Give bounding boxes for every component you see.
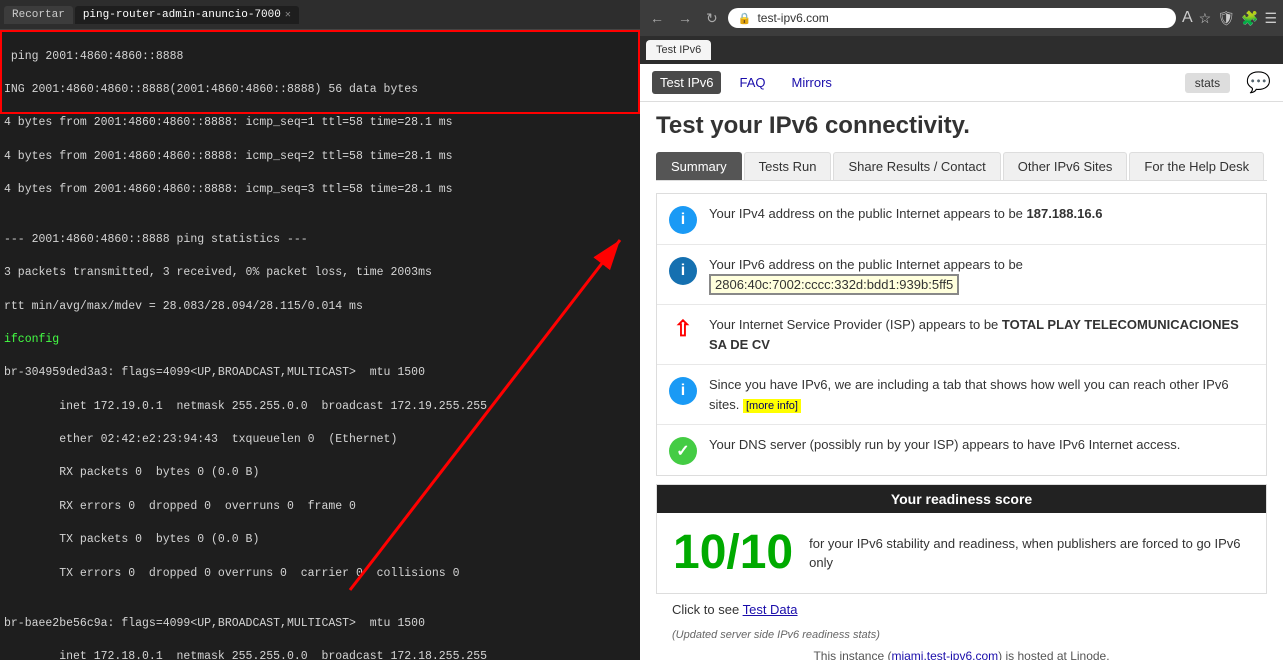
site-body: Test your IPv6 connectivity. Summary Tes… <box>640 102 1283 660</box>
ipv6-sites-row: i Since you have IPv6, we are including … <box>657 365 1266 425</box>
chat-button[interactable]: 💬 <box>1246 70 1271 95</box>
stats-button[interactable]: stats <box>1185 73 1230 93</box>
reload-button[interactable]: ↻ <box>702 8 722 29</box>
forward-button[interactable]: → <box>674 8 696 28</box>
dns-check-icon: ✓ <box>669 437 697 465</box>
score-header: Your readiness score <box>657 485 1266 513</box>
tab-close-icon[interactable]: ✕ <box>285 9 291 21</box>
score-value: 10/10 <box>673 529 793 577</box>
url-text: test-ipv6.com <box>757 11 828 25</box>
term-line: RX errors 0 dropped 0 overruns 0 frame 0 <box>4 499 636 516</box>
miami-link[interactable]: miami.test-ipv6.com <box>891 649 998 660</box>
terminal-output: ping 2001:4860:4860::8888 ING 2001:4860:… <box>0 30 640 660</box>
page-title: Test your IPv6 connectivity. <box>656 112 1267 140</box>
ipv4-icon: i <box>669 206 697 234</box>
test-data-label: Click to see <box>672 602 739 617</box>
isp-arrow-icon: ⇧ <box>669 315 697 343</box>
term-line: 3 packets transmitted, 3 received, 0% pa… <box>4 265 636 282</box>
ipv6-icon: i <box>669 257 697 285</box>
browser-tab-active[interactable]: Test IPv6 <box>646 40 711 60</box>
tab-other-ipv6[interactable]: Other IPv6 Sites <box>1003 152 1128 180</box>
term-line: inet 172.19.0.1 netmask 255.255.0.0 broa… <box>4 399 636 416</box>
menu-icon[interactable]: ☰ <box>1264 10 1277 27</box>
ipv6-row: i Your IPv6 address on the public Intern… <box>657 245 1266 305</box>
term-line: RX packets 0 bytes 0 (0.0 B) <box>4 465 636 482</box>
nav-mirrors[interactable]: Mirrors <box>783 71 839 94</box>
tab-label: Recortar <box>12 9 65 21</box>
browser-chrome: ← → ↻ 🔒 test-ipv6.com A ☆ 🛡 🧩 ☰ <box>640 0 1283 36</box>
term-line: rtt min/avg/max/mdev = 28.083/28.094/28.… <box>4 299 636 316</box>
dns-text: Your DNS server (possibly run by your IS… <box>709 435 1254 455</box>
browser-panel: ← → ↻ 🔒 test-ipv6.com A ☆ 🛡 🧩 ☰ Test IPv… <box>640 0 1283 660</box>
updated-stats-text: (Updated server side IPv6 readiness stat… <box>656 625 1267 645</box>
isp-text: Your Internet Service Provider (ISP) app… <box>709 315 1254 354</box>
term-line: 4 bytes from 2001:4860:4860::8888: icmp_… <box>4 115 636 132</box>
term-line: 4 bytes from 2001:4860:4860::8888: icmp_… <box>4 149 636 166</box>
hosted-at-text: This instance (miami.test-ipv6.com) is h… <box>656 645 1267 660</box>
lock-icon: 🔒 <box>738 12 752 25</box>
tab-help-desk[interactable]: For the Help Desk <box>1129 152 1264 180</box>
content-tabs: Summary Tests Run Share Results / Contac… <box>656 152 1267 181</box>
translate-icon[interactable]: A <box>1182 9 1193 27</box>
extensions-icon[interactable]: 🧩 <box>1241 10 1258 27</box>
ipv6-address: 2806:40c:7002:cccc:332d:bdd1:939b:5ff5 <box>709 274 959 295</box>
browser-icons: A ☆ 🛡 🧩 ☰ <box>1182 9 1277 27</box>
ipv6-sites-text: Since you have IPv6, we are including a … <box>709 375 1254 414</box>
ipv6-text: Your IPv6 address on the public Internet… <box>709 255 1254 294</box>
test-data-section: Click to see Test Data <box>656 594 1267 625</box>
term-line: --- 2001:4860:4860::8888 ping statistics… <box>4 232 636 249</box>
shield-icon[interactable]: 🛡 <box>1217 10 1235 27</box>
back-button[interactable]: ← <box>646 8 668 28</box>
score-description: for your IPv6 stability and readiness, w… <box>809 534 1250 573</box>
ipv4-row: i Your IPv4 address on the public Intern… <box>657 194 1266 245</box>
term-line: ifconfig <box>4 332 636 349</box>
site-navigation: Test IPv6 FAQ Mirrors stats 💬 <box>640 64 1283 102</box>
terminal-tab-recortar[interactable]: Recortar <box>4 6 73 24</box>
isp-row: ⇧ Your Internet Service Provider (ISP) a… <box>657 305 1266 365</box>
terminal-tab-ping[interactable]: ping-router-admin-anuncio-7000 ✕ <box>75 6 299 24</box>
more-info-link[interactable]: [more info] <box>743 399 801 413</box>
nav-faq[interactable]: FAQ <box>731 71 773 94</box>
term-line: inet 172.18.0.1 netmask 255.255.0.0 broa… <box>4 649 636 660</box>
term-line: br-304959ded3a3: flags=4099<UP,BROADCAST… <box>4 365 636 382</box>
terminal-tab-bar: Recortar ping-router-admin-anuncio-7000 … <box>0 0 640 30</box>
term-line: TX errors 0 dropped 0 overruns 0 carrier… <box>4 566 636 583</box>
term-line: ING 2001:4860:4860::8888(2001:4860:4860:… <box>4 82 636 99</box>
ipv6-sites-icon: i <box>669 377 697 405</box>
term-line: br-baee2be56c9a: flags=4099<UP,BROADCAST… <box>4 616 636 633</box>
tab-share-results[interactable]: Share Results / Contact <box>833 152 1000 180</box>
term-line: 4 bytes from 2001:4860:4860::8888: icmp_… <box>4 182 636 199</box>
terminal-panel: Recortar ping-router-admin-anuncio-7000 … <box>0 0 640 660</box>
website-content: Test IPv6 FAQ Mirrors stats 💬 Test your … <box>640 64 1283 660</box>
term-line: ether 02:42:e2:23:94:43 txqueuelen 0 (Et… <box>4 432 636 449</box>
score-body: 10/10 for your IPv6 stability and readin… <box>657 513 1266 593</box>
tab-label-active: ping-router-admin-anuncio-7000 <box>83 9 281 21</box>
term-line: TX packets 0 bytes 0 (0.0 B) <box>4 532 636 549</box>
info-section: i Your IPv4 address on the public Intern… <box>656 193 1267 476</box>
dns-row: ✓ Your DNS server (possibly run by your … <box>657 425 1266 475</box>
nav-test-ipv6[interactable]: Test IPv6 <box>652 71 721 94</box>
address-bar[interactable]: 🔒 test-ipv6.com <box>728 8 1176 28</box>
bookmark-icon[interactable]: ☆ <box>1199 10 1212 27</box>
score-section: Your readiness score 10/10 for your IPv6… <box>656 484 1267 594</box>
tab-summary[interactable]: Summary <box>656 152 742 180</box>
test-data-link[interactable]: Test Data <box>743 602 798 617</box>
ipv4-text: Your IPv4 address on the public Internet… <box>709 204 1254 224</box>
term-line: ping 2001:4860:4860::8888 <box>4 49 636 66</box>
browser-tab-label: Test IPv6 <box>656 44 701 56</box>
tab-tests-run[interactable]: Tests Run <box>744 152 832 180</box>
browser-tabs-bar: Test IPv6 <box>640 36 1283 64</box>
